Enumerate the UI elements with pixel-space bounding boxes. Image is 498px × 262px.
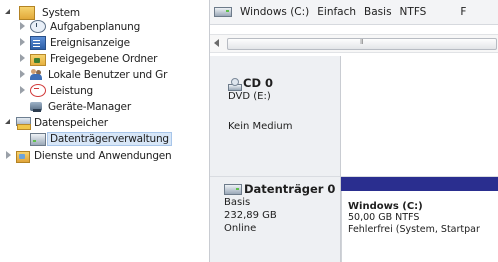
collapsed-arrow-icon[interactable] [18,54,27,63]
tree-item-label: Datenspeicher [34,116,108,129]
partition-status: Fehlerfrei (System, Startpar [348,224,480,235]
cd-volume-area[interactable] [341,56,498,179]
disk-management-pane: Windows (C:) Einfach Basis NTFS F Ⅱ CD 0… [210,0,498,262]
disk0-type: Basis [224,197,251,208]
tree-item-label: Lokale Benutzer und Gr [48,68,168,81]
volume-layout: Einfach [317,6,357,18]
cd-drive-icon [228,77,242,91]
performance-icon [30,84,46,97]
tree-item-leistung[interactable]: Leistung [18,83,93,98]
scrollbar-grip: Ⅱ [360,38,364,46]
expand-arrow-icon[interactable] [4,118,13,127]
horizontal-scrollbar[interactable]: Ⅱ [210,34,498,53]
computer-management-window: System Aufgabenplanung Ereignisanzeige F… [0,0,498,262]
tree-item-datentraegerverwaltung[interactable]: Datenträgerverwaltung [18,131,172,146]
cd-title-row: CD 0 [228,76,340,91]
collapsed-arrow-icon[interactable] [18,86,27,95]
tree-item-label: Geräte-Manager [48,100,131,113]
partition-size-filesystem: 50,00 GB NTFS [348,212,420,223]
volume-icon [214,7,232,17]
volume-type: Basis [364,6,392,18]
tree-item-system[interactable]: System [4,5,80,20]
tree-item-label: Ereignisanzeige [50,36,130,49]
partition-name: Windows (C:) [348,201,423,212]
volume-name: Windows (C:) [240,6,310,18]
users-icon [30,68,44,81]
scroll-left-arrow-icon[interactable] [214,39,219,47]
event-viewer-icon [30,35,46,50]
shared-folder-icon [30,53,46,66]
disk0-title: Datenträger 0 [244,182,336,196]
cd-status: Kein Medium [228,121,293,132]
tree-item-label: Freigegebene Ordner [50,52,158,65]
hard-disk-icon [224,183,242,195]
system-icon [19,5,35,20]
collapsed-arrow-icon[interactable] [4,151,13,160]
tree-item-aufgabenplanung[interactable]: Aufgabenplanung [18,19,140,34]
tree-item-label: System [42,6,80,19]
disk-management-icon [30,133,46,146]
disk0-title-row: Datenträger 0 [224,182,340,196]
services-icon [16,149,30,163]
tree-item-lokale-benutzer[interactable]: Lokale Benutzer und Gr [18,67,167,82]
disk0-status: Online [224,223,257,234]
tree-item-label: Dienste und Anwendungen [34,149,172,162]
disk0-size: 232,89 GB [224,210,277,221]
tree-item-dienste-und-anwendungen[interactable]: Dienste und Anwendungen [4,148,172,163]
cd-type: DVD (E:) [228,91,271,102]
tree-item-label: Leistung [50,84,94,97]
collapsed-arrow-icon[interactable] [18,38,27,47]
device-manager-icon [30,100,44,113]
navigation-tree: System Aufgabenplanung Ereignisanzeige F… [0,0,210,262]
disk0-panel[interactable]: Datenträger 0 Basis 232,89 GB Online [210,177,341,262]
tree-item-datenspeicher[interactable]: Datenspeicher [4,115,108,130]
tree-item-geraete-manager[interactable]: Geräte-Manager [18,99,131,114]
partition-windows-c[interactable]: Windows (C:) 50,00 GB NTFS Fehlerfrei (S… [341,191,498,262]
tree-item-ereignisanzeige[interactable]: Ereignisanzeige [18,35,130,50]
partition-header-bar [341,177,498,191]
volume-status: F [460,6,467,18]
volume-list-row[interactable]: Windows (C:) Einfach Basis NTFS F [210,0,498,25]
volume-filesystem: NTFS [399,6,427,18]
collapsed-arrow-icon[interactable] [18,22,27,31]
tree-item-label: Aufgabenplanung [50,20,141,33]
expand-arrow-icon[interactable] [4,8,13,17]
tree-item-label: Datenträgerverwaltung [47,131,172,146]
clock-icon [30,20,46,33]
tree-item-freigegebene-ordner[interactable]: Freigegebene Ordner [18,51,157,66]
cd-drive-panel[interactable]: CD 0 DVD (E:) Kein Medium [210,56,341,179]
collapsed-arrow-icon[interactable] [18,70,27,79]
cd-title: CD 0 [243,76,273,90]
storage-icon [16,116,31,130]
